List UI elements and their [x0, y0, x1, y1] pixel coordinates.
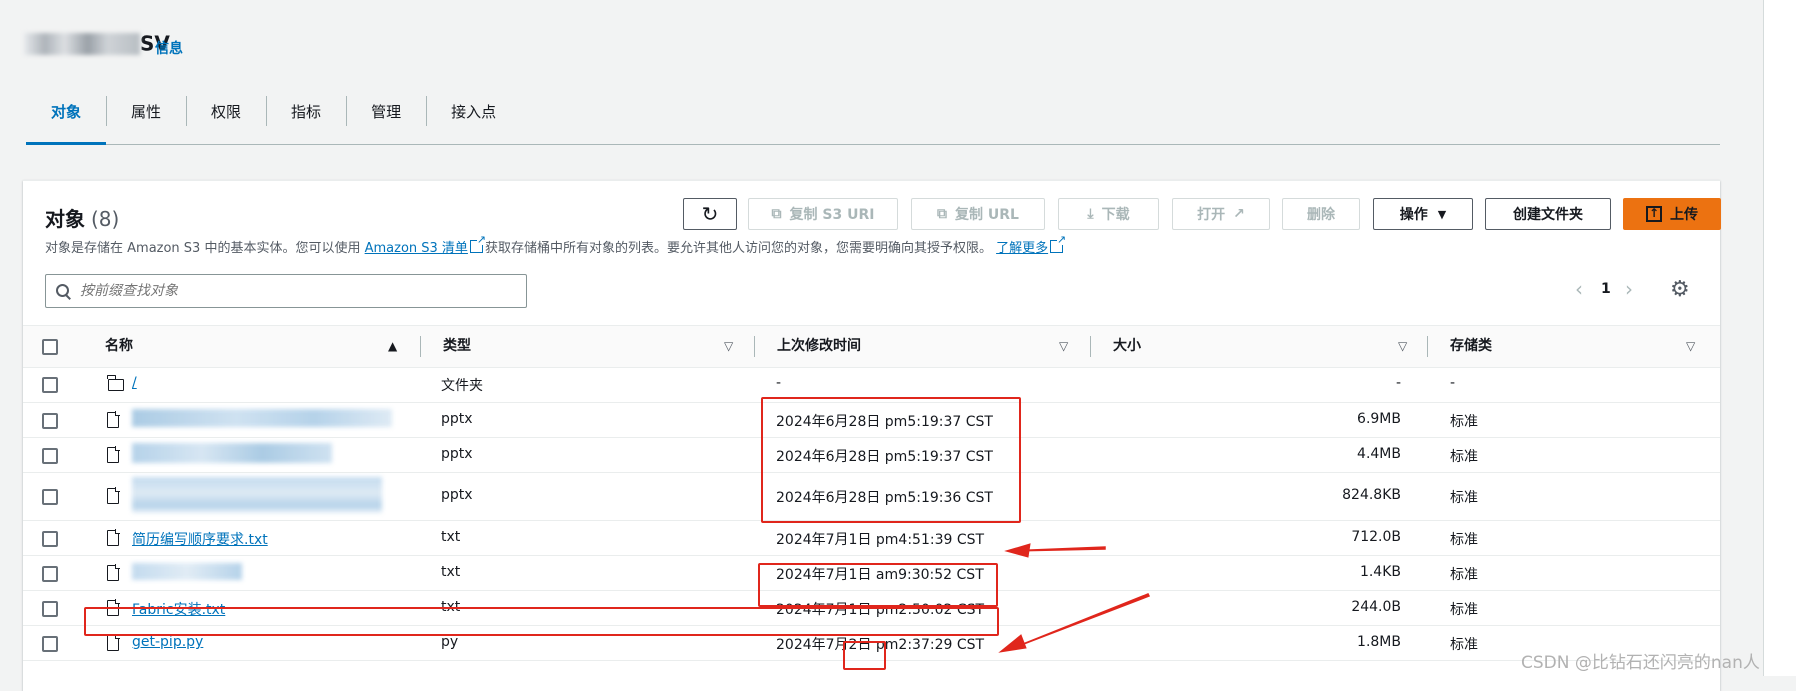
arrow-head [1004, 543, 1031, 558]
arrow-shaft [1007, 593, 1151, 651]
arrow-head [998, 634, 1027, 653]
annotation-arrows [998, 543, 1151, 653]
watermark: CSDN @比钻石还闪亮的nan人 [1521, 653, 1760, 673]
